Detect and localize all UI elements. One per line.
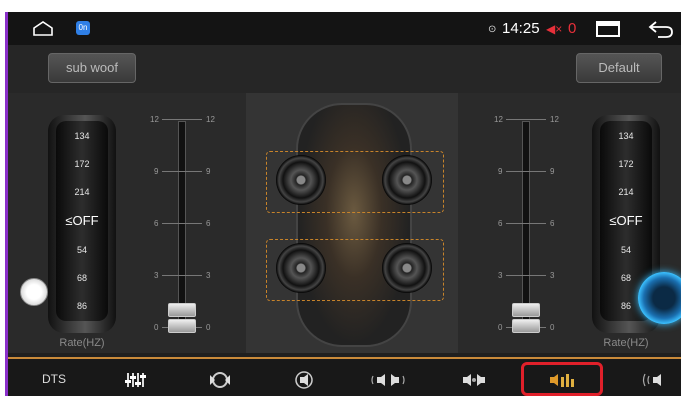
assistive-touch-button[interactable] <box>20 278 48 306</box>
car-image <box>296 103 412 347</box>
rate-option[interactable]: 172 <box>600 159 652 169</box>
rate-option[interactable]: 134 <box>56 131 108 141</box>
slider-knob[interactable] <box>168 303 196 317</box>
tick-label: 12 <box>550 115 559 124</box>
left-gain-slider[interactable]: 12 12 9 9 6 6 3 3 0 0 <box>148 115 218 333</box>
rate-option[interactable]: 68 <box>56 273 108 283</box>
tick-label: 0 <box>206 323 211 332</box>
tick-label: 6 <box>154 219 159 228</box>
tick-label: 3 <box>206 271 211 280</box>
front-left-speaker-icon[interactable] <box>276 155 326 205</box>
tick-label: 6 <box>498 219 503 228</box>
default-button[interactable]: Default <box>576 53 662 83</box>
toolbar: sub woof Default <box>8 45 681 93</box>
speakers-balance-icon <box>371 373 405 386</box>
tick-label: 9 <box>206 167 211 176</box>
location-icon: ⊙ <box>488 24 497 35</box>
equalizer-button[interactable] <box>106 365 166 393</box>
left-crossover-panel: 134 172 214 ≤OFF 54 68 86 Rate(HZ) 12 12… <box>8 93 246 353</box>
tick-label: 0 <box>498 323 503 332</box>
speaker-phase-icon <box>642 373 661 387</box>
clock: 14:25 <box>502 20 540 37</box>
volume-value: 0 <box>568 20 577 37</box>
sound-field-icon <box>295 371 313 389</box>
slider-knob[interactable] <box>168 319 196 333</box>
front-right-speaker-icon[interactable] <box>382 155 432 205</box>
rate-option[interactable]: 214 <box>56 187 108 197</box>
surround-icon <box>210 371 230 388</box>
speaker-mute-icon: ◀× <box>546 22 563 36</box>
rate-label: Rate(HZ) <box>603 337 649 349</box>
slider-track[interactable] <box>522 121 530 333</box>
rate-option[interactable]: 54 <box>56 245 108 255</box>
dts-button[interactable]: DTS <box>24 365 84 393</box>
fader-button[interactable] <box>444 365 504 393</box>
tick-label: 9 <box>550 167 555 176</box>
slider-knob[interactable] <box>512 319 540 333</box>
tick-label: 9 <box>154 167 159 176</box>
app-badge-icon[interactable]: 0n <box>76 21 90 35</box>
crossover-button[interactable] <box>532 365 592 393</box>
right-gain-slider[interactable]: 12 12 9 9 6 6 3 3 0 0 <box>492 115 562 333</box>
status-bar: 0n ⊙ 14:25 ◀× 0 <box>8 12 681 45</box>
slider-knob[interactable] <box>512 303 540 317</box>
left-rate-dial[interactable]: 134 172 214 ≤OFF 54 68 86 <box>48 115 116 333</box>
tick-label: 6 <box>206 219 211 228</box>
balance-button[interactable] <box>358 365 418 393</box>
bottom-nav-bar: DTS <box>8 357 681 396</box>
voice-assistant-icon[interactable] <box>638 272 681 324</box>
sound-field-button[interactable] <box>274 365 334 393</box>
rate-option-selected[interactable]: ≤OFF <box>56 213 108 228</box>
back-icon[interactable] <box>648 19 674 39</box>
app-frame: 0n ⊙ 14:25 ◀× 0 sub woof Default 134 172… <box>5 12 681 396</box>
tick-label: 12 <box>206 115 215 124</box>
rate-label: Rate(HZ) <box>59 337 105 349</box>
tick-label: 12 <box>494 115 503 124</box>
rate-option[interactable]: 172 <box>56 159 108 169</box>
rear-right-speaker-icon[interactable] <box>382 243 432 293</box>
crossover-icon <box>550 373 574 387</box>
home-icon[interactable] <box>32 21 54 37</box>
tick-label: 3 <box>154 271 159 280</box>
car-speaker-map <box>246 93 458 353</box>
tick-label: 3 <box>550 271 555 280</box>
tick-label: 12 <box>150 115 159 124</box>
tick-label: 0 <box>154 323 159 332</box>
sub-woof-button[interactable]: sub woof <box>48 53 136 83</box>
tick-label: 3 <box>498 271 503 280</box>
recent-apps-icon[interactable] <box>596 21 620 37</box>
slider-track[interactable] <box>178 121 186 333</box>
tick-label: 0 <box>550 323 555 332</box>
rate-option[interactable]: 134 <box>600 131 652 141</box>
rate-option-selected[interactable]: ≤OFF <box>600 213 652 228</box>
speakers-fader-icon <box>463 373 485 386</box>
tick-label: 6 <box>550 219 555 228</box>
rate-option[interactable]: 86 <box>56 301 108 311</box>
surround-button[interactable] <box>190 365 250 393</box>
tick-label: 9 <box>498 167 503 176</box>
rate-option[interactable]: 54 <box>600 245 652 255</box>
equalizer-icon <box>125 372 146 387</box>
phase-button[interactable] <box>622 365 681 393</box>
rear-left-speaker-icon[interactable] <box>276 243 326 293</box>
rate-option[interactable]: 214 <box>600 187 652 197</box>
